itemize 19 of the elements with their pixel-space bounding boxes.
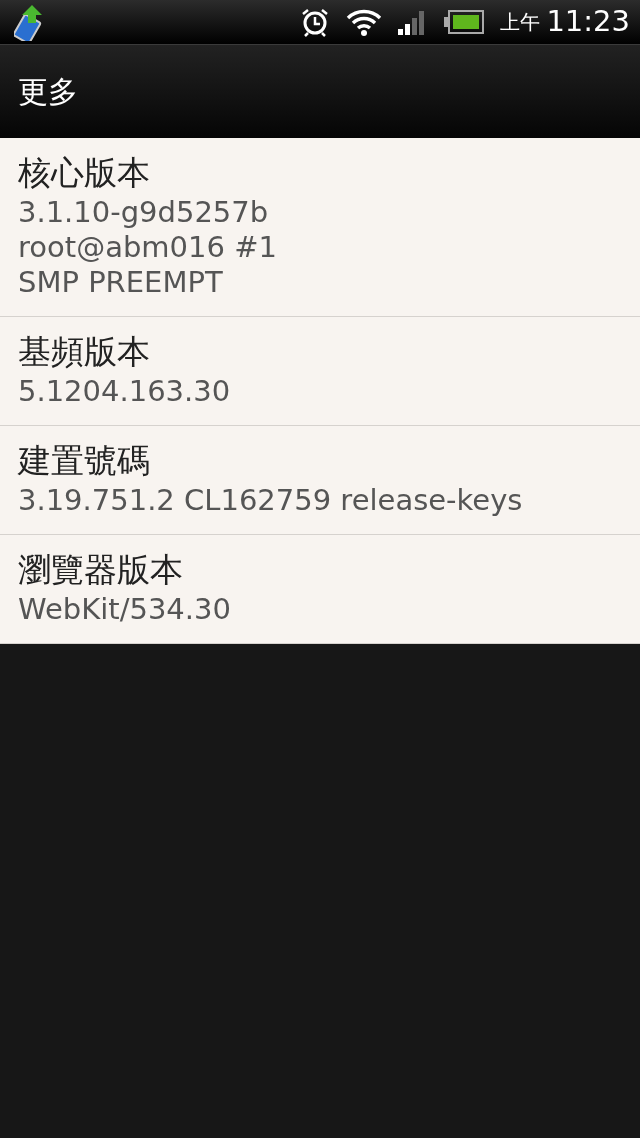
item-title: 基頻版本: [18, 330, 151, 372]
item-summary: 3.19.751.2 CL162759 release-keys: [18, 482, 524, 518]
item-title: 核心版本: [18, 152, 151, 194]
wifi-icon: [346, 8, 383, 36]
am-pm-label: 上午: [500, 9, 541, 36]
item-summary: 5.1204.163.30: [18, 373, 232, 409]
screen-title: 更多: [18, 73, 78, 111]
item-summary: 3.1.10-g9d5257b: [18, 195, 270, 231]
info-list-item[interactable]: 瀏覽器版本 WebKit/534.30: [0, 534, 640, 644]
item-summary: root@abm016 #1: [18, 230, 278, 265]
info-list-item[interactable]: 建置號碼 3.19.751.2 CL162759 release-keys: [0, 425, 640, 535]
item-summary: SMP PREEMPT: [18, 264, 224, 300]
battery-icon: [444, 10, 485, 34]
info-list-item[interactable]: 核心版本 3.1.10-g9d5257b root@abm016 #1 SMP PREEMPT: [0, 138, 640, 317]
item-summary: WebKit/534.30: [18, 592, 232, 627]
clock-time: 11:23: [546, 3, 630, 41]
item-title: 建置號碼: [18, 439, 151, 481]
item-title: 瀏覽器版本: [18, 548, 184, 590]
info-list-item[interactable]: 基頻版本 5.1204.163.30: [0, 316, 640, 426]
